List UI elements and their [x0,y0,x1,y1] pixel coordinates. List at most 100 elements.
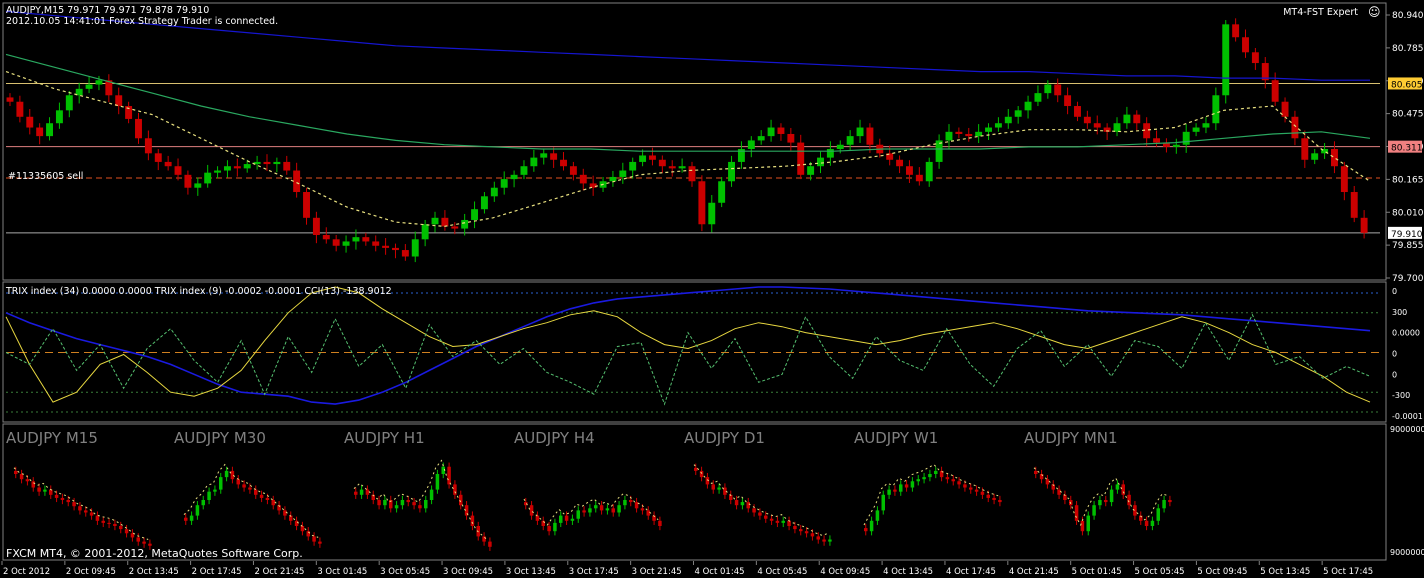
indicator-axis-label: -300 [1392,391,1410,400]
mini-candle-body [1086,515,1090,532]
mini-candle-body [136,537,140,542]
mini-candle-body [881,494,885,511]
candle-body [164,161,172,167]
expert-advisor-label[interactable]: MT4-FST Expert [1283,7,1358,18]
mini-candle-body [758,512,762,516]
mini-candle-body [992,497,996,500]
candle-body [451,226,459,229]
mini-candle-body [1080,520,1085,532]
mini-ma-line [1033,467,1169,527]
mini-candle-body [828,539,832,542]
indicator-title: TRIX index (34) 0.0000 0.0000 TRIX index… [5,286,392,297]
mt4-chart-window[interactable]: 80.94080.78580.63080.47580.32080.16580.0… [0,0,1424,578]
candle-body [698,181,706,225]
candle-body [135,118,142,139]
candle-body [1074,106,1081,117]
candle-body [846,136,854,145]
mini-candle-body [236,479,240,485]
time-tick-label: 3 Oct 01:45 [317,567,367,577]
time-tick-label: 5 Oct 17:45 [1323,567,1373,577]
mini-candle-body [429,489,434,500]
mini-candle-body [980,491,985,495]
mini-ma-line [13,467,149,540]
mini-candle-body [14,470,18,474]
mini-candle-body [189,515,194,521]
candle-body [303,192,310,218]
mini-candle-body [564,515,569,521]
mini-candle-body [799,529,803,532]
mini-candle-body [1127,494,1131,506]
candle-body [1014,110,1022,117]
mini-candle-body [764,515,768,519]
mini-candle-body [224,470,229,478]
mini-candle-body [1104,500,1108,503]
chart-canvas[interactable]: 80.94080.78580.63080.47580.32080.16580.0… [0,0,1424,578]
mini-candle-body [875,510,880,521]
candle-body [46,123,53,137]
candle-body [866,127,874,145]
time-tick-label: 3 Oct 21:45 [632,567,682,577]
candle-body [115,95,123,107]
candle-body [935,140,943,162]
mini-candle-body [793,526,797,530]
mini-candle-body [553,522,557,532]
mini-candle-body [482,536,486,542]
candle-body [293,170,301,193]
mini-candle-body [617,505,621,513]
candle-body [1133,114,1141,124]
candle-body [688,166,696,182]
mini-candle-body [95,515,100,521]
mini-candle-body [769,518,774,521]
candle-body [856,127,864,137]
minichart-axis-label: 9000000 [1390,548,1424,557]
candle-body [985,127,992,132]
mini-candle-body [951,479,955,482]
time-tick-label: 4 Oct 13:45 [883,567,933,577]
mini-candle-body [418,505,422,509]
mini-candle-body [594,505,598,509]
time-tick-label: 2 Oct 2012 [3,567,50,577]
mini-candle-body [119,526,123,530]
main-price-pane[interactable] [5,10,1380,263]
candle-body [204,172,212,184]
indicator-series-0 [5,286,1371,405]
candle-body [431,217,439,225]
candle-body [945,131,953,141]
mini-candle-body [207,491,211,500]
candle-body [896,159,904,167]
candle-body [312,217,320,236]
time-tick-label: 2 Oct 17:45 [192,567,242,577]
mini-candle-body [910,481,915,488]
candle-body [1212,95,1220,124]
mini-candle-body [318,541,322,544]
copyright-text: FXCM MT4, © 2001-2012, MetaQuotes Softwa… [6,547,303,560]
mini-candle-body [107,522,111,524]
mini-candle-body [998,500,1002,503]
mini-candle-body [394,505,399,509]
mini-candle-body [19,474,24,480]
mini-candle-body [294,520,299,526]
time-tick-label: 4 Oct 21:45 [1009,567,1059,577]
indicator-pane[interactable] [5,286,1380,413]
time-tick-label: 4 Oct 01:45 [695,567,745,577]
mini-candle-body [365,489,370,495]
mini-candle-body [957,481,961,485]
price-tick-label: 80.165 [1392,175,1424,185]
mini-candle-body [535,515,540,521]
candle-body [915,174,923,182]
candle-body [411,239,419,257]
price-tick-label: 80.475 [1392,110,1424,120]
mini-candle-body [248,487,252,490]
candle-body [579,174,587,184]
smiley-icon[interactable]: ☺ [1368,5,1381,19]
candle-body [510,174,518,180]
candle-body [1271,80,1279,102]
mini-candle-body [1168,500,1172,503]
indicator-axis-label: 0 [1392,350,1397,359]
candle-body [392,247,399,251]
candle-body [1251,52,1259,64]
minichart-pane[interactable] [13,459,1172,551]
candle-body [480,196,488,210]
candle-body [1123,114,1131,124]
mini-candle-body [424,500,428,509]
